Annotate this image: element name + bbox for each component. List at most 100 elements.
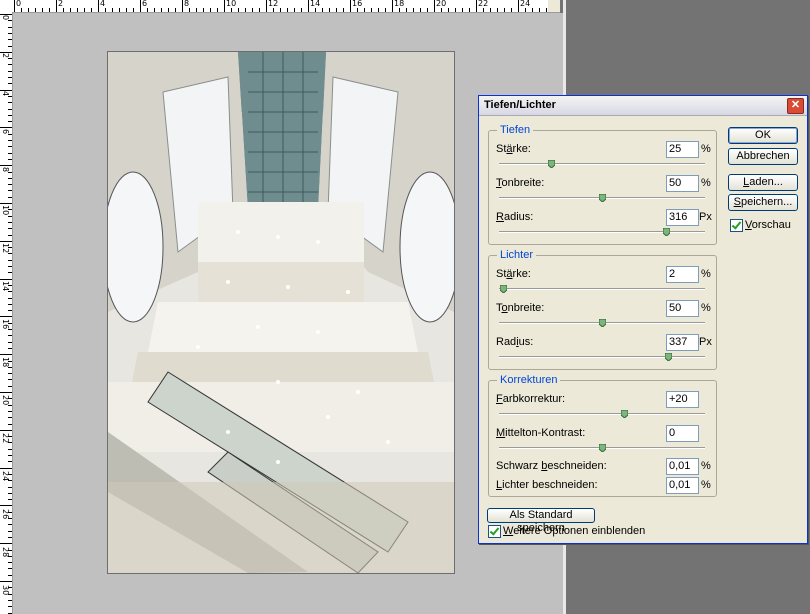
preview-checkbox[interactable] <box>730 219 743 232</box>
ruler-tick <box>8 291 12 293</box>
ruler-tick <box>8 184 12 186</box>
ruler-tick <box>490 8 491 12</box>
ruler-tick <box>8 190 12 192</box>
ruler-tick <box>8 215 12 217</box>
label-part: aden... <box>749 176 783 188</box>
more-options-checkbox[interactable] <box>488 525 501 538</box>
label-part: arbkorrektur: <box>502 393 566 405</box>
ruler-tick <box>8 499 12 501</box>
ruler-label: 2 <box>1 53 10 59</box>
ruler-tick <box>8 568 12 570</box>
lichter-tonbreite-input[interactable]: 50 <box>666 300 699 317</box>
group-tiefen: Tiefen Stärke: 25 % Tonbreite: 50 % Radi… <box>488 124 717 245</box>
ruler-tick <box>0 505 12 507</box>
ruler-tick <box>8 45 12 47</box>
farbkorrektur-input[interactable]: +20 <box>666 391 699 408</box>
mittelton-input[interactable]: 0 <box>666 425 699 442</box>
ruler-tick <box>8 152 12 154</box>
close-icon[interactable]: ✕ <box>787 98 804 114</box>
ruler-tick <box>147 8 148 12</box>
tiefen-staerke-slider[interactable] <box>499 163 705 165</box>
ruler-tick <box>8 335 12 337</box>
ruler-label: 22 <box>1 433 10 444</box>
ruler-tick <box>259 8 260 12</box>
ok-button[interactable]: OK <box>728 127 798 144</box>
lichter-staerke-input[interactable]: 2 <box>666 266 699 283</box>
label-part: ichter beschneiden: <box>502 479 598 491</box>
ruler-tick <box>8 574 12 576</box>
ruler-tick <box>8 83 12 85</box>
ruler-tick <box>532 8 533 12</box>
ruler-tick <box>8 379 12 381</box>
ruler-label: 20 <box>436 0 447 8</box>
ruler-tick <box>266 0 267 12</box>
schwarz-input[interactable]: 0,01 <box>666 458 699 475</box>
lichter-beschneiden-input[interactable]: 0,01 <box>666 477 699 494</box>
lichter-staerke-slider[interactable] <box>499 288 705 290</box>
ruler-tick <box>8 20 12 22</box>
lichter-radius-unit: Px <box>699 336 712 348</box>
save-button[interactable]: Speichern... <box>728 194 798 211</box>
ruler-tick <box>301 8 302 12</box>
ruler-tick <box>168 8 169 12</box>
lichter-radius-input[interactable]: 337 <box>666 334 699 351</box>
save-as-default-button[interactable]: Als Standard speichern <box>487 508 595 534</box>
ruler-tick <box>8 448 12 450</box>
slider-thumb[interactable] <box>548 160 555 168</box>
ruler-tick <box>8 39 12 41</box>
label-part: rke: <box>512 143 531 155</box>
ruler-tick <box>469 8 470 12</box>
load-button[interactable]: Laden... <box>728 174 798 191</box>
ruler-tick <box>8 70 12 72</box>
label-accel: V <box>745 219 752 231</box>
ruler-tick <box>8 606 12 608</box>
ruler-tick <box>546 8 547 12</box>
tiefen-radius-slider[interactable] <box>499 231 705 233</box>
ruler-tick <box>8 492 12 494</box>
tiefen-radius-input[interactable]: 316 <box>666 209 699 226</box>
ruler-tick <box>8 530 12 532</box>
ruler-label: 16 <box>1 319 10 330</box>
farbkorrektur-slider[interactable] <box>499 413 705 415</box>
ruler-label: 8 <box>1 167 10 173</box>
tiefen-tonbreite-input[interactable]: 50 <box>666 175 699 192</box>
ruler-tick <box>42 8 43 12</box>
ruler-tick <box>434 0 435 12</box>
tiefen-staerke-input[interactable]: 25 <box>666 141 699 158</box>
label-part: eschneiden: <box>547 460 607 472</box>
dialog-titlebar[interactable]: Tiefen/Lichter ✕ <box>479 96 807 116</box>
ruler-corner <box>548 0 560 12</box>
ruler-tick <box>8 158 12 160</box>
ruler-label: 12 <box>1 243 10 254</box>
slider-thumb[interactable] <box>665 353 672 361</box>
ruler-label: 6 <box>142 0 148 8</box>
ruler-tick <box>224 0 225 12</box>
ruler-label: 6 <box>1 129 10 135</box>
slider-thumb[interactable] <box>599 444 606 452</box>
ruler-tick <box>84 8 85 12</box>
cancel-button[interactable]: Abbrechen <box>728 148 798 165</box>
more-options-label: Weitere Optionen einblenden <box>503 525 645 537</box>
slider-thumb[interactable] <box>500 285 507 293</box>
slider-thumb[interactable] <box>599 194 606 202</box>
group-lichter-title: Lichter <box>497 249 537 261</box>
ruler-tick <box>0 467 12 469</box>
ruler-tick <box>8 310 12 312</box>
label-accel: M <box>496 427 506 439</box>
slider-thumb[interactable] <box>663 228 670 236</box>
ruler-tick <box>322 8 323 12</box>
ruler-tick <box>8 32 12 34</box>
ruler-tick <box>8 108 12 110</box>
ruler-tick <box>8 77 12 78</box>
slider-thumb[interactable] <box>621 410 628 418</box>
ruler-label: 22 <box>478 0 489 8</box>
ruler-tick <box>539 8 540 12</box>
slider-thumb[interactable] <box>599 319 606 327</box>
ruler-tick <box>406 8 407 12</box>
lichter-radius-slider[interactable] <box>499 356 705 358</box>
tiefen-tonbreite-label: Tonbreite: <box>496 177 544 189</box>
group-korrekturen: Korrekturen Farbkorrektur: +20 Mittelton… <box>488 374 717 497</box>
ruler-tick <box>385 8 386 12</box>
label-part: St <box>496 268 507 280</box>
ruler-tick <box>154 8 155 12</box>
